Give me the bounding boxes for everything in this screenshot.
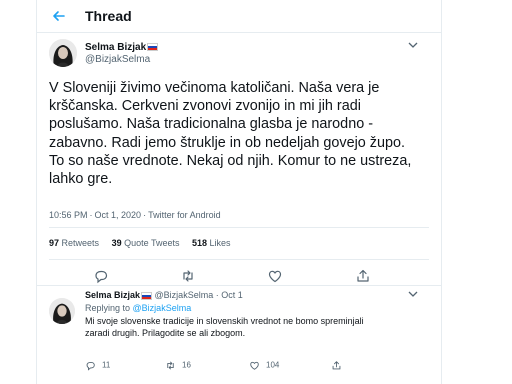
- main-tweet: Selma Bizjak @BizjakSelma V Sloveniji ži…: [37, 33, 441, 286]
- reply-author-handle[interactable]: @BizjakSelma: [155, 290, 214, 300]
- more-icon[interactable]: [407, 40, 419, 53]
- author-handle[interactable]: @BizjakSelma: [85, 54, 150, 65]
- retweets-stat[interactable]: 97 Retweets: [49, 238, 99, 248]
- divider: [49, 259, 429, 260]
- flag-icon: [147, 43, 159, 52]
- reply-icon: [86, 361, 95, 371]
- meta-separator: ·: [215, 290, 219, 300]
- replying-prefix: Replying to: [85, 303, 131, 313]
- avatar[interactable]: [49, 39, 77, 67]
- reply-author-name[interactable]: Selma Bizjak: [85, 290, 140, 300]
- author-name-text[interactable]: Selma Bizjak: [85, 42, 146, 53]
- replying-to-link[interactable]: @BizjakSelma: [133, 303, 192, 313]
- likes-stat[interactable]: 518 Likes: [192, 238, 231, 248]
- author-name[interactable]: Selma Bizjak: [85, 42, 159, 53]
- tweet-meta: 10:56 PM · Oct 1, 2020 · Twitter for Android: [49, 210, 221, 220]
- reply-tweet[interactable]: Selma Bizjak @BizjakSelma · Oct 1 Replyi…: [37, 286, 441, 384]
- thread-header: Thread: [37, 0, 441, 33]
- reply-replies[interactable]: 11: [85, 360, 110, 371]
- more-icon[interactable]: [407, 289, 419, 302]
- avatar[interactable]: [49, 298, 75, 324]
- reply-date[interactable]: Oct 1: [221, 290, 243, 300]
- retweets-count: 16: [182, 360, 191, 370]
- flag-icon: [141, 291, 153, 300]
- like-icon: [250, 361, 259, 370]
- tweet-stats: 97 Retweets 39 Quote Tweets 518 Likes: [49, 238, 241, 248]
- thread-page: Thread Selma Bizjak @BizjakSelma V Slove…: [36, 0, 442, 384]
- back-arrow-icon[interactable]: [51, 8, 67, 24]
- reply-icon[interactable]: [93, 268, 109, 284]
- likes-count: 104: [266, 360, 280, 370]
- reply-author-line: Selma Bizjak @BizjakSelma · Oct 1: [85, 290, 243, 300]
- like-icon[interactable]: [267, 268, 283, 284]
- reply-text: Mi svoje slovenske tradicije in slovensk…: [85, 316, 364, 338]
- reply-actions: 11 16 104: [85, 360, 385, 374]
- retweet-icon: [167, 361, 174, 370]
- share-icon[interactable]: [355, 268, 371, 284]
- page-title: Thread: [85, 8, 132, 24]
- retweet-icon[interactable]: [180, 268, 196, 284]
- tweet-date[interactable]: Oct 1, 2020: [95, 210, 142, 220]
- tweet-source[interactable]: Twitter for Android: [148, 210, 221, 220]
- reply-retweets[interactable]: 16: [165, 360, 191, 371]
- share-icon: [332, 361, 341, 370]
- reply-share[interactable]: [331, 360, 348, 371]
- replies-count: 11: [102, 360, 111, 370]
- tweet-time[interactable]: 10:56 PM: [49, 210, 88, 220]
- replying-to-line: Replying to @BizjakSelma: [85, 303, 191, 313]
- quotes-stat[interactable]: 39 Quote Tweets: [112, 238, 180, 248]
- divider: [49, 227, 429, 228]
- reply-likes[interactable]: 104: [249, 360, 279, 371]
- meta-separator: ·: [143, 210, 147, 220]
- tweet-text: V Sloveniji živimo večinoma katoličani. …: [49, 80, 412, 188]
- meta-separator: ·: [89, 210, 93, 220]
